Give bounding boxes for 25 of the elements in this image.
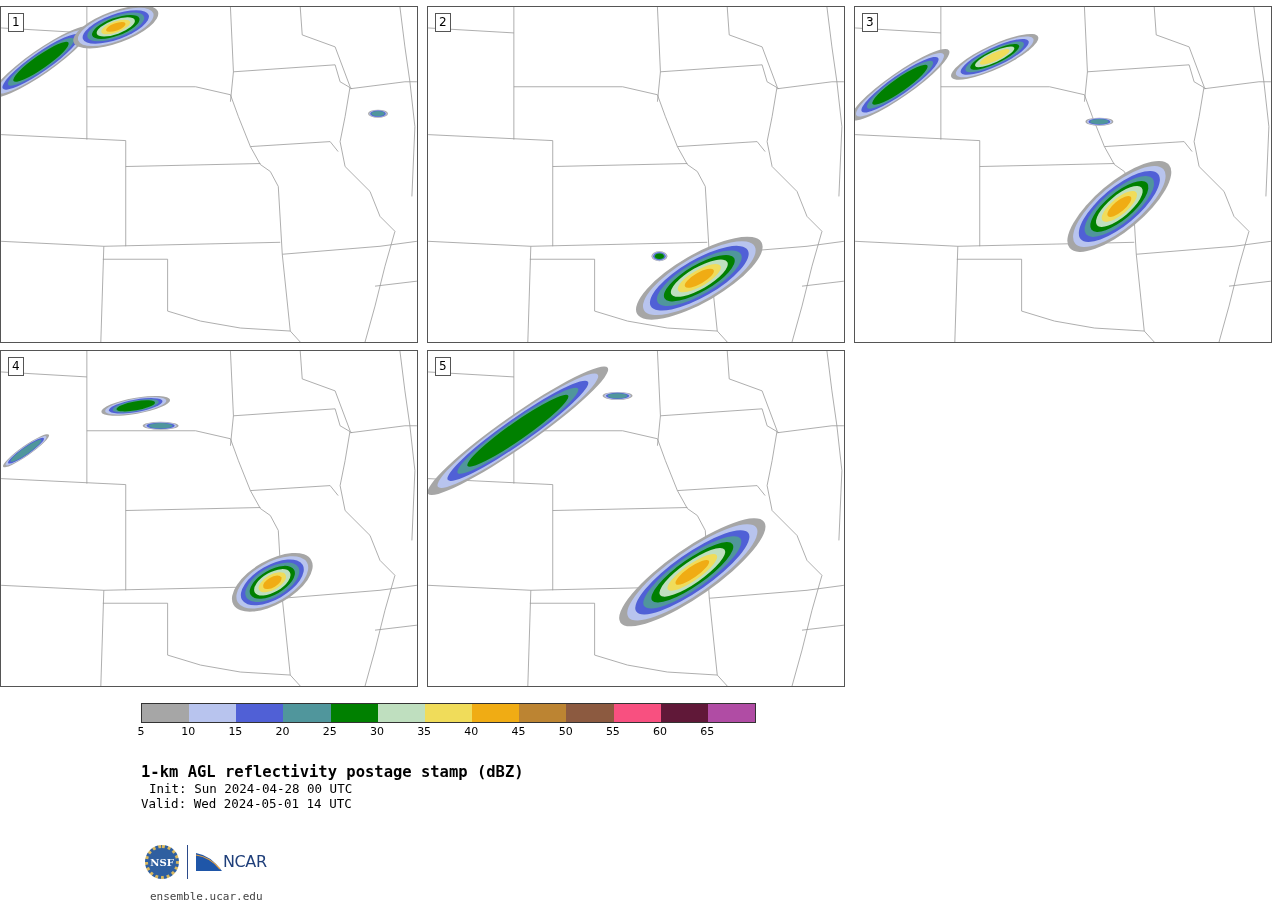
- tick-label: 45: [510, 725, 527, 738]
- member-label: 4: [8, 357, 24, 376]
- tick-label: 10: [180, 725, 197, 738]
- tick-label: 60: [652, 725, 669, 738]
- init-time: Init: Sun 2024-04-28 00 UTC: [148, 781, 353, 796]
- chart-title: 1-km AGL reflectivity postage stamp (dBZ): [141, 763, 524, 781]
- tick-label: 50: [557, 725, 574, 738]
- tick-label: 40: [463, 725, 480, 738]
- member-label: 2: [435, 13, 451, 32]
- swoosh-icon: [196, 853, 222, 871]
- member-label: 5: [435, 357, 451, 376]
- tick-label: 25: [321, 725, 338, 738]
- ncar-logo-text: NCAR: [223, 853, 267, 871]
- tick-label: 20: [274, 725, 291, 738]
- member-label: 1: [8, 13, 24, 32]
- member-label: 3: [862, 13, 878, 32]
- tick-label: 55: [604, 725, 621, 738]
- tick-label: 30: [368, 725, 385, 738]
- nsf-logo: NSF: [145, 845, 179, 879]
- valid-time: Valid: Wed 2024-05-01 14 UTC: [141, 796, 352, 811]
- tick-label: 65: [699, 725, 716, 738]
- website-link[interactable]: ensemble.ucar.edu: [150, 890, 263, 901]
- tick-label: 35: [416, 725, 433, 738]
- tick-label: 15: [227, 725, 244, 738]
- tick-label: 5: [136, 725, 146, 738]
